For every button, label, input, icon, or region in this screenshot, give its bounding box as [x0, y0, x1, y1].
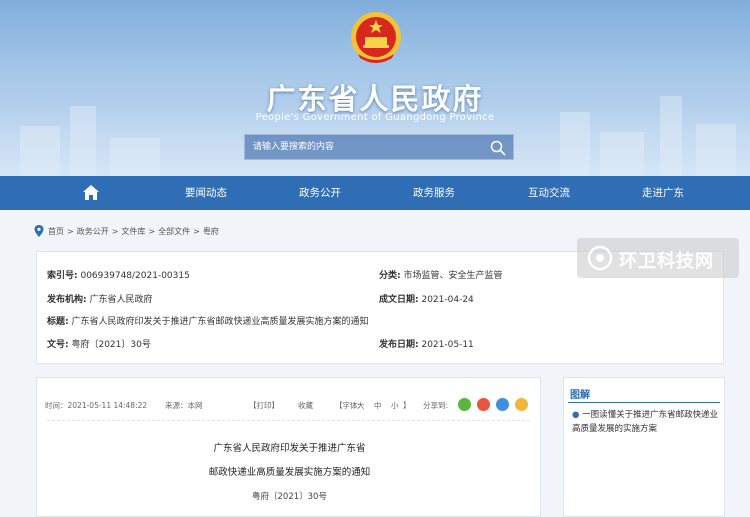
watermark-text: 环卫科技网: [619, 251, 714, 272]
qzone-share-icon[interactable]: [515, 398, 528, 411]
info-category-value: 市场监管、安全生产监管: [403, 271, 503, 281]
info-created-date: 成文日期: 2021-04-24: [379, 292, 474, 305]
bullet-icon: ●: [572, 410, 583, 420]
info-published-label: 发布日期:: [379, 340, 419, 350]
breadcrumb-current[interactable]: 粤府: [203, 226, 219, 237]
search-box: [244, 134, 514, 160]
breadcrumb-gov[interactable]: 政务公开: [77, 226, 109, 237]
info-doc-number: 文号: 粤府〔2021〕30号: [47, 337, 151, 350]
nav-item-interaction[interactable]: 互动交流: [499, 176, 599, 210]
breadcrumb-all-files[interactable]: 全部文件: [158, 226, 190, 237]
info-created-label: 成文日期:: [379, 295, 419, 305]
info-index-value: 006939748/2021-00315: [80, 271, 190, 281]
article-panel: 时间：2021-05-11 14:48:22 来源：本网 【打印】 收藏 【字体…: [36, 377, 541, 517]
national-emblem-icon: [351, 12, 401, 63]
sidebar-link[interactable]: ● 一图读懂关于推进广东省邮政快递业高质量发展的实施方案: [572, 408, 720, 436]
info-docno-value: 粤府〔2021〕30号: [71, 340, 151, 350]
main-nav: 要闻动态 政务公开 政务服务 互动交流 走进广东: [0, 176, 750, 210]
font-medium-button[interactable]: 中: [374, 400, 382, 411]
info-published-value: 2021-05-11: [421, 340, 474, 350]
info-title: 标题: 广东省人民政府印发关于推进广东省邮政快递业高质量发展实施方案的通知: [47, 314, 369, 327]
breadcrumb-library[interactable]: 文件库: [121, 226, 145, 237]
font-large-button[interactable]: 大: [357, 400, 365, 411]
font-small-button[interactable]: 小: [391, 400, 399, 411]
nav-item-gov-affairs[interactable]: 政务公开: [270, 176, 370, 210]
search-input[interactable]: [245, 135, 483, 159]
info-category-label: 分类:: [379, 271, 401, 281]
breadcrumb-sep: >: [193, 226, 200, 236]
print-button[interactable]: 【打印】: [249, 400, 279, 411]
illustration-sidebar: 图解 ● 一图读懂关于推进广东省邮政快递业高质量发展的实施方案: [563, 377, 725, 517]
info-index-label: 索引号:: [47, 271, 78, 281]
info-index: 索引号: 006939748/2021-00315: [47, 268, 190, 281]
breadcrumb: 首页 > 政务公开 > 文件库 > 全部文件 > 粤府: [34, 224, 222, 238]
watermark-logo-icon: [587, 245, 613, 271]
info-title-label: 标题:: [47, 317, 69, 327]
article-source: 来源：本网: [165, 401, 203, 410]
article-title-line2: 邮政快递业高质量发展实施方案的通知: [208, 467, 371, 478]
share-label: 分享到:: [423, 401, 449, 410]
info-category: 分类: 市场监管、安全生产监管: [379, 268, 503, 281]
article-time: 时间：2021-05-11 14:48:22: [45, 401, 148, 410]
info-publisher-value: 广东省人民政府: [89, 295, 153, 305]
breadcrumb-sep: >: [148, 226, 156, 236]
qq-share-icon[interactable]: [496, 398, 509, 411]
nav-item-news[interactable]: 要闻动态: [156, 176, 256, 210]
breadcrumb-sep: >: [67, 226, 74, 236]
collect-button[interactable]: 收藏: [298, 400, 313, 411]
breadcrumb-home[interactable]: 首页: [48, 226, 64, 237]
site-subtitle: People's Government of Guangdong Provinc…: [255, 112, 495, 123]
nav-item-about[interactable]: 走进广东: [613, 176, 713, 210]
article-doc-number: 粤府〔2021〕30号: [252, 492, 327, 502]
font-size-close: 】: [403, 401, 411, 410]
wechat-share-icon[interactable]: [458, 398, 471, 411]
sidebar-link-text: 一图读懂关于推进广东省邮政快递业高质量发展的实施方案: [572, 410, 719, 434]
weibo-share-icon[interactable]: [477, 398, 490, 411]
article-title-line1: 广东省人民政府印发关于推进广东省: [213, 443, 366, 454]
sidebar-divider: [568, 402, 720, 403]
breadcrumb-sep: >: [111, 226, 119, 236]
info-published-date: 发布日期: 2021-05-11: [379, 337, 474, 350]
info-title-value: 广东省人民政府印发关于推进广东省邮政快递业高质量发展实施方案的通知: [71, 317, 369, 327]
site-banner: 广东省人民政府 People's Government of Guangdong…: [0, 0, 750, 176]
search-icon[interactable]: [489, 139, 507, 157]
info-docno-label: 文号:: [47, 340, 69, 350]
watermark: 环卫科技网: [577, 238, 739, 278]
divider: [47, 420, 530, 421]
info-created-value: 2021-04-24: [421, 295, 474, 305]
location-pin-icon: [34, 225, 44, 237]
info-publisher-label: 发布机构:: [47, 295, 87, 305]
home-icon[interactable]: [82, 184, 100, 202]
nav-item-services[interactable]: 政务服务: [384, 176, 484, 210]
sidebar-heading: 图解: [570, 390, 590, 401]
info-publisher: 发布机构: 广东省人民政府: [47, 292, 153, 305]
